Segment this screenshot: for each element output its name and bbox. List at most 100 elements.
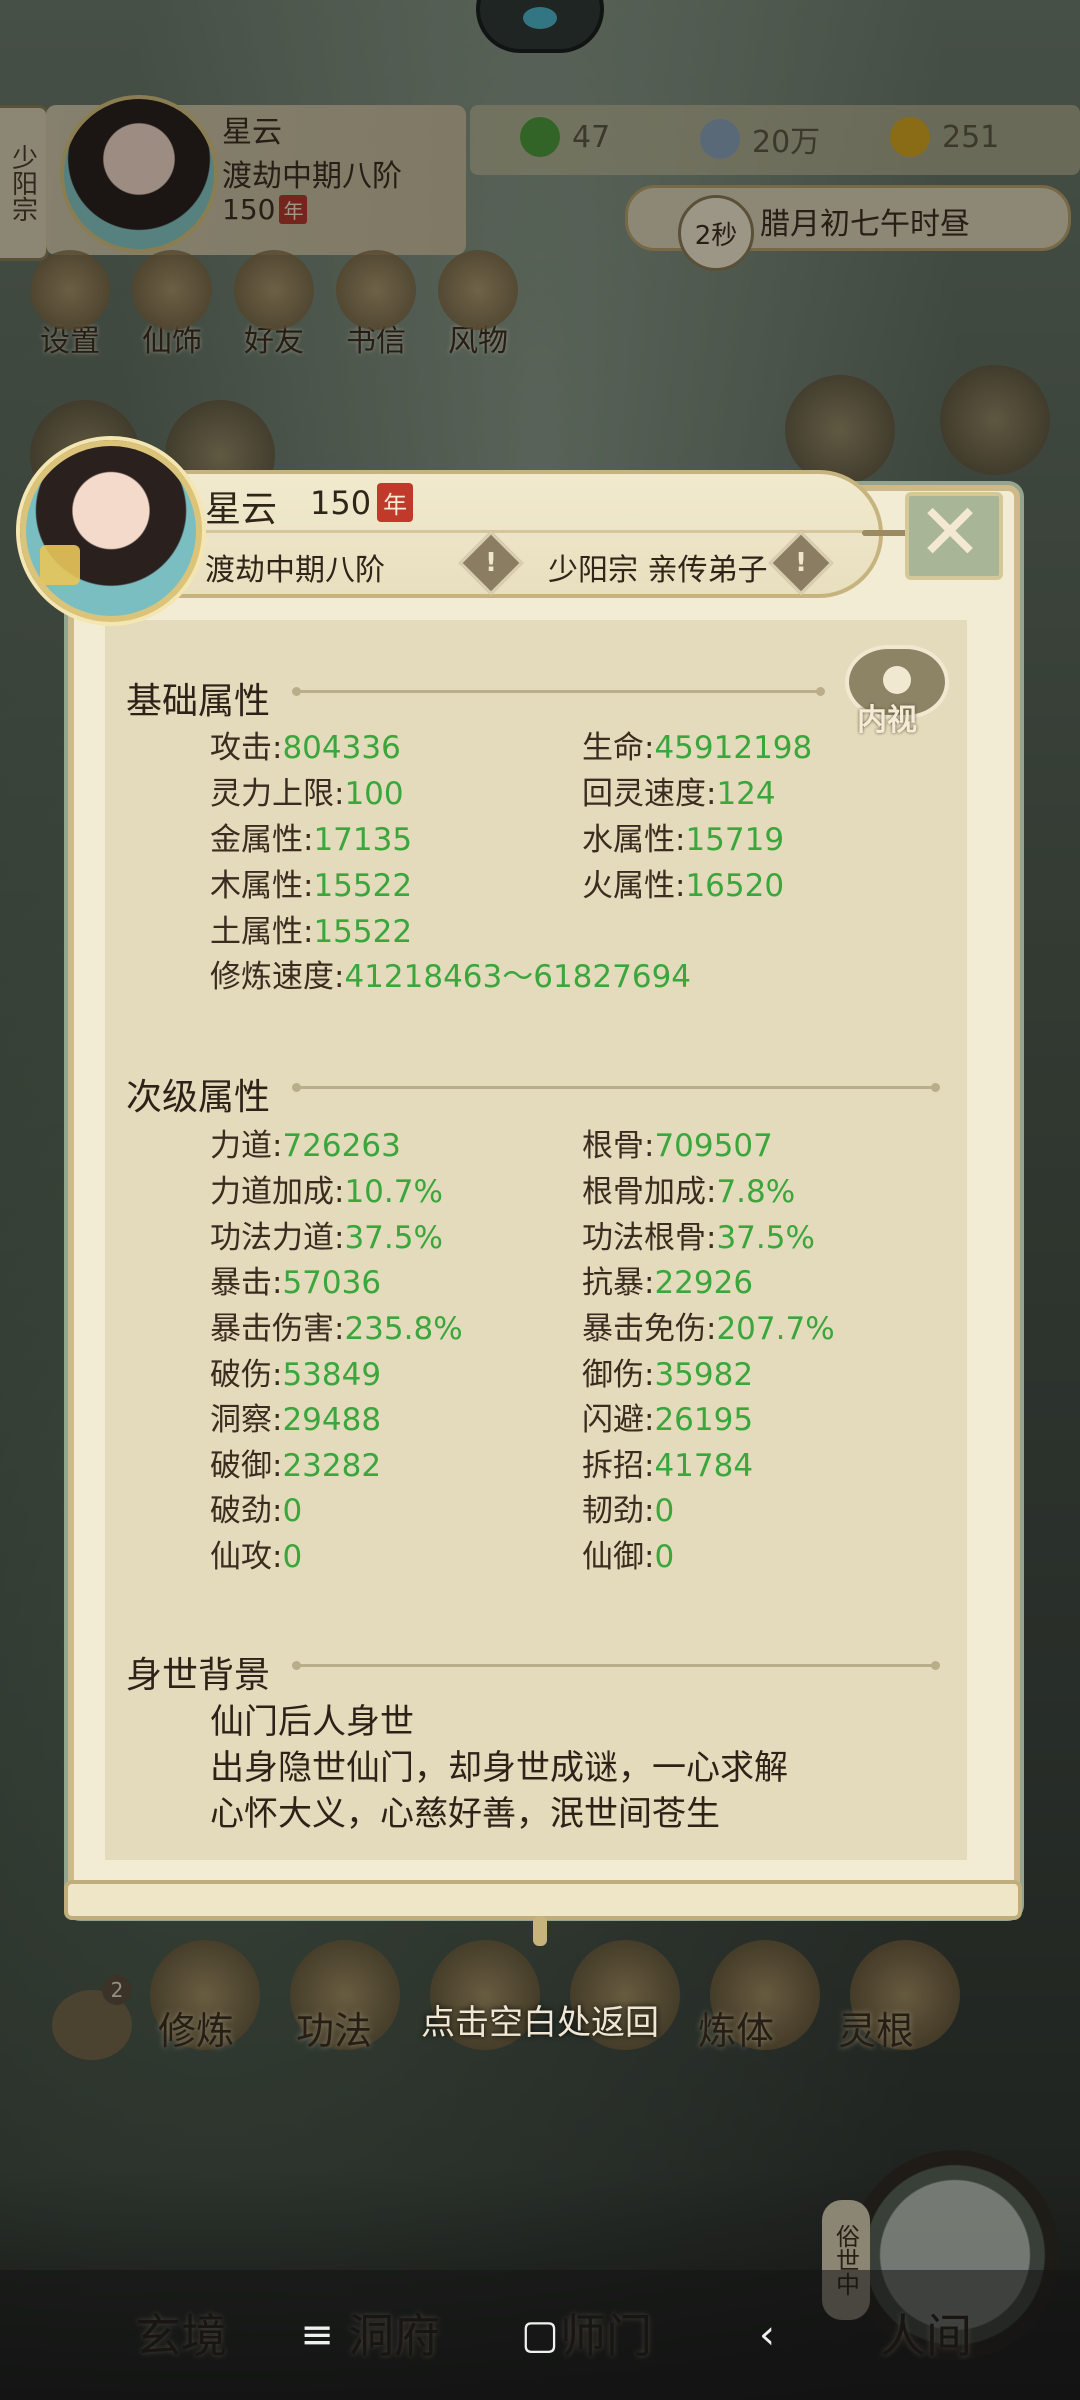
stat-key: 水属性: bbox=[582, 822, 686, 858]
stat-cultivation-speed: 修炼速度:41218463～61827694 bbox=[210, 951, 691, 996]
home-icon[interactable]: ▢ bbox=[515, 2310, 565, 2360]
stat-break-defense: 破御:23282 bbox=[210, 1440, 381, 1485]
stat-value: 0 bbox=[654, 1539, 675, 1575]
close-icon[interactable]: ✕ bbox=[905, 488, 995, 578]
stat-key: 洞察: bbox=[210, 1402, 283, 1438]
character-avatar bbox=[20, 440, 202, 622]
stat-fire: 火属性:16520 bbox=[582, 860, 784, 905]
stat-key: 功法根骨: bbox=[582, 1220, 717, 1256]
stat-value: 0 bbox=[654, 1493, 675, 1529]
stat-key: 仙攻: bbox=[210, 1539, 283, 1575]
stat-value: 37.5% bbox=[344, 1220, 443, 1256]
stat-crit: 暴击:57036 bbox=[210, 1257, 381, 1302]
stat-value: 23282 bbox=[282, 1448, 382, 1484]
stat-mana-max: 灵力上限:100 bbox=[210, 768, 404, 813]
stat-key: 木属性: bbox=[210, 868, 314, 904]
scroll-pin bbox=[533, 1916, 547, 1946]
stat-value: 100 bbox=[344, 776, 404, 812]
stat-value: 0 bbox=[282, 1539, 303, 1575]
stat-value: 15522 bbox=[313, 868, 413, 904]
stat-strength-bonus: 力道加成:10.7% bbox=[210, 1166, 443, 1211]
stat-key: 御伤: bbox=[582, 1357, 655, 1393]
stat-value: 10.7% bbox=[344, 1174, 443, 1210]
header-divider bbox=[185, 530, 865, 533]
background-line: 出身隐世仙门，却身世成谜，一心求解 bbox=[210, 1748, 788, 1788]
inner-view-button[interactable]: 内视 bbox=[845, 645, 949, 741]
stat-value: 26195 bbox=[654, 1402, 754, 1438]
stat-crit-damage-reduction: 暴击免伤:207.7% bbox=[582, 1303, 835, 1348]
stat-key: 回灵速度: bbox=[582, 776, 717, 812]
stat-water: 水属性:15719 bbox=[582, 814, 784, 859]
stat-pierce: 破伤:53849 bbox=[210, 1349, 381, 1394]
section-title-secondary: 次级属性 bbox=[126, 1077, 271, 1118]
section-title-background: 身世背景 bbox=[126, 1655, 271, 1696]
stat-value: 57036 bbox=[282, 1265, 382, 1301]
stat-key: 破劲: bbox=[210, 1493, 283, 1529]
section-divider bbox=[292, 1083, 940, 1092]
stat-key: 暴击免伤: bbox=[582, 1311, 717, 1347]
character-sect: 少阳宗 亲传弟子 bbox=[548, 553, 768, 588]
section-divider bbox=[292, 1661, 940, 1670]
character-age: 150 年 bbox=[310, 483, 414, 522]
stat-value: 709507 bbox=[654, 1128, 773, 1164]
stat-value: 804336 bbox=[282, 730, 401, 766]
back-icon[interactable]: ‹ bbox=[742, 2310, 792, 2360]
stat-value: 0 bbox=[282, 1493, 303, 1529]
stat-mana-regen: 回灵速度:124 bbox=[582, 768, 776, 813]
stat-damage-guard: 御伤:35982 bbox=[582, 1349, 753, 1394]
stat-key: 金属性: bbox=[210, 822, 314, 858]
stat-value: 726263 bbox=[282, 1128, 401, 1164]
stat-key: 暴击伤害: bbox=[210, 1311, 345, 1347]
stat-crit-resist: 抗暴:22926 bbox=[582, 1257, 753, 1302]
stat-key: 土属性: bbox=[210, 914, 314, 950]
stat-technique-strength: 功法力道:37.5% bbox=[210, 1212, 443, 1257]
stat-value: 29488 bbox=[282, 1402, 382, 1438]
stat-key: 抗暴: bbox=[582, 1265, 655, 1301]
age-value: 150 bbox=[310, 483, 372, 522]
stat-tenacity: 韧劲:0 bbox=[582, 1485, 674, 1530]
stat-key: 暴击: bbox=[210, 1265, 283, 1301]
stat-attack: 攻击:804336 bbox=[210, 722, 401, 767]
stat-key: 韧劲: bbox=[582, 1493, 655, 1529]
stat-value: 41784 bbox=[654, 1448, 754, 1484]
stat-value: 45912198 bbox=[654, 730, 813, 766]
stat-key: 火属性: bbox=[582, 868, 686, 904]
stat-key: 功法力道: bbox=[210, 1220, 345, 1256]
stat-metal: 金属性:17135 bbox=[210, 814, 412, 859]
character-realm: 渡劫中期八阶 bbox=[205, 553, 385, 588]
section-divider bbox=[292, 687, 825, 696]
stat-constitution-bonus: 根骨加成:7.8% bbox=[582, 1166, 795, 1211]
stat-counter: 拆招:41784 bbox=[582, 1440, 753, 1485]
stat-value: 7.8% bbox=[716, 1174, 796, 1210]
stat-key: 力道加成: bbox=[210, 1174, 345, 1210]
stat-constitution: 根骨:709507 bbox=[582, 1120, 773, 1165]
stat-strength: 力道:726263 bbox=[210, 1120, 401, 1165]
stat-key: 根骨: bbox=[582, 1128, 655, 1164]
return-hint: 点击空白处返回 bbox=[421, 2003, 659, 2043]
stat-crit-damage: 暴击伤害:235.8% bbox=[210, 1303, 463, 1348]
menu-icon[interactable]: ≡ bbox=[292, 2310, 342, 2360]
stat-key: 灵力上限: bbox=[210, 776, 345, 812]
stat-value: 16520 bbox=[685, 868, 785, 904]
stat-value: 235.8% bbox=[344, 1311, 463, 1347]
stat-technique-constitution: 功法根骨:37.5% bbox=[582, 1212, 815, 1257]
stat-immortal-attack: 仙攻:0 bbox=[210, 1531, 302, 1576]
stat-value: 15719 bbox=[685, 822, 785, 858]
stat-value: 41218463～61827694 bbox=[344, 959, 692, 995]
scroll-rod bbox=[64, 1880, 1022, 1920]
stat-key: 根骨加成: bbox=[582, 1174, 717, 1210]
stat-value: 37.5% bbox=[716, 1220, 815, 1256]
stat-key: 修炼速度: bbox=[210, 959, 345, 995]
stat-key: 拆招: bbox=[582, 1448, 655, 1484]
stat-key: 生命: bbox=[582, 730, 655, 766]
stat-value: 35982 bbox=[654, 1357, 754, 1393]
stat-hp: 生命:45912198 bbox=[582, 722, 812, 767]
stat-wood: 木属性:15522 bbox=[210, 860, 412, 905]
stat-value: 53849 bbox=[282, 1357, 382, 1393]
stat-value: 207.7% bbox=[716, 1311, 835, 1347]
stat-value: 17135 bbox=[313, 822, 413, 858]
stat-immortal-defense: 仙御:0 bbox=[582, 1531, 674, 1576]
stat-key: 破御: bbox=[210, 1448, 283, 1484]
stat-insight: 洞察:29488 bbox=[210, 1394, 381, 1439]
stat-key: 仙御: bbox=[582, 1539, 655, 1575]
